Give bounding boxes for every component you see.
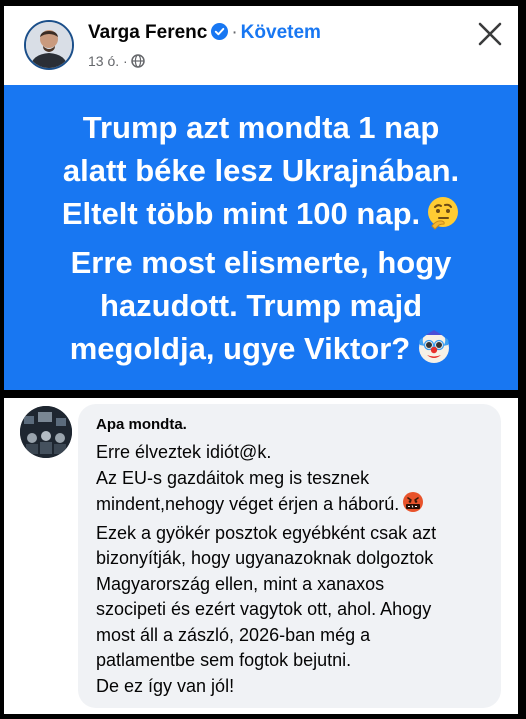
comment-text: Erre élveztek idiót@k. Az EU-s gazdáitok… [96,440,496,699]
verified-badge-icon [211,23,229,46]
comment-line: Magyarország ellen, mint a xanaxos [96,573,385,594]
face-with-symbols-icon [402,491,424,521]
commenter-name[interactable]: Apa mondta. [96,416,187,433]
comment-line: Ezek a gyökér posztok egyébként csak azt [96,522,437,543]
author-avatar[interactable] [24,20,74,70]
comment-line: Erre élveztek idiót@k. [96,442,272,462]
comment-section: Apa mondta. Erre élveztek idiót@k. Az EU… [4,398,518,714]
post-text-line: hazudott. Trump majd [99,287,423,323]
post-meta: 13 ó. · [88,53,145,71]
commenter-avatar[interactable] [20,406,72,458]
post-text-background: Trump azt mondta 1 nap alatt béke lesz U… [4,85,518,390]
post-text-line: Trump azt mondta 1 nap [82,109,440,145]
comment-line: patlamentbe sem fogtok bejutni. [96,650,352,670]
comment-line: De ez így van jól! [96,675,235,696]
comment-line: bizonyítják, hogy ugyanazoknak dolgoztok [96,548,434,568]
separator-dot: · [231,22,238,43]
comment-line-with-emoji: mindent,nehogy véget érjen a háború. [96,491,496,521]
comment-line: mindent,nehogy véget érjen a háború. [96,494,400,514]
post-text: Trump azt mondta 1 nap alatt béke lesz U… [21,106,501,376]
post-text-line-with-emoji: Eltelt több mint 100 nap. [21,192,501,241]
post-text-line: alatt béke lesz Ukrajnában. [62,152,460,188]
comment-line: most áll a zászló, 2026-ban még a [96,624,371,645]
clown-face-icon [416,329,452,376]
post-text-line: megoldja, ugye Viktor? [69,330,411,366]
post-text-line-with-emoji: megoldja, ugye Viktor? [21,327,501,376]
close-icon[interactable] [476,20,504,48]
post-text-line: Eltelt több mint 100 nap. [61,195,421,231]
comment-line: szocipeti és ezért vagytok ott, ahol. Ah… [96,599,432,619]
post-time[interactable]: 13 ó. · [88,53,128,69]
author-name[interactable]: Varga Ferenc [88,22,207,43]
post-author-line: Varga Ferenc · Követem [88,22,321,46]
comment-line: Az EU-s gazdáitok meg is tesznek [96,467,370,488]
follow-button[interactable]: Követem [241,22,321,43]
post-text-line: Erre most elismerte, hogy [70,244,452,280]
globe-icon [130,54,145,71]
thinking-face-icon [426,196,460,241]
post-header: Varga Ferenc · Követem 13 ó. · [4,6,518,85]
comment-bubble: Apa mondta. Erre élveztek idiót@k. Az EU… [78,404,501,708]
